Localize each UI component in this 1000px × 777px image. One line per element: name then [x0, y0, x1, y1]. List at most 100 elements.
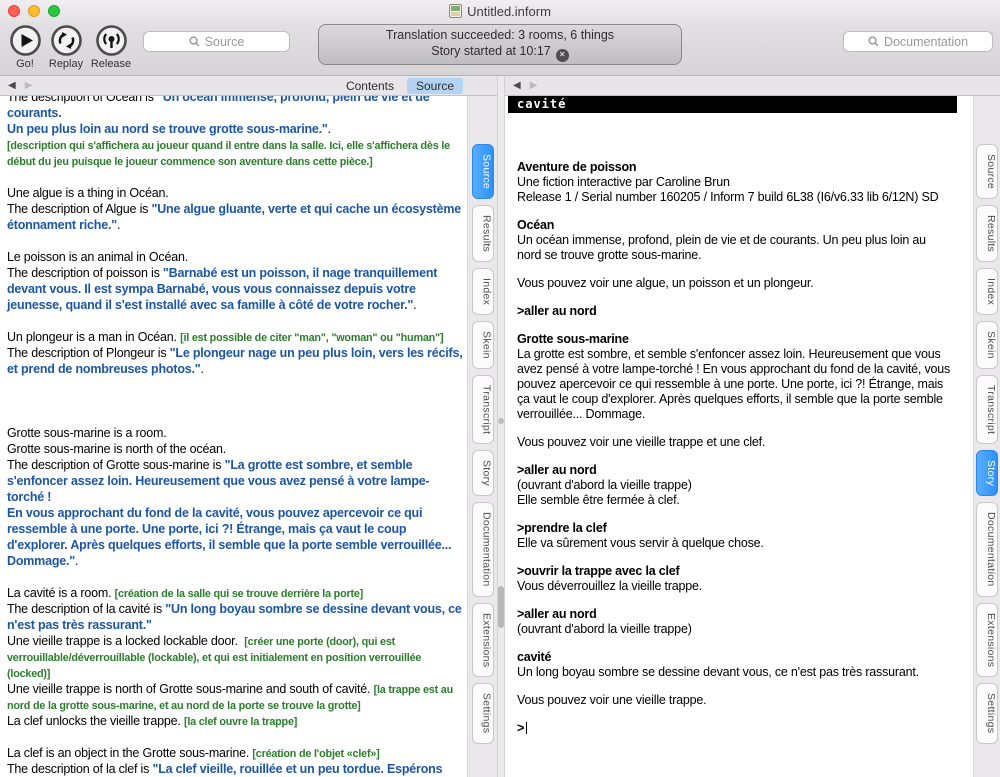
source-line: Un plongeur is a man in Océan. [il est p… — [7, 329, 463, 345]
pane-splitter[interactable] — [497, 76, 505, 777]
story-transcript: Aventure de poissonUne fiction interacti… — [505, 113, 973, 736]
document-icon — [449, 4, 462, 18]
release-icon — [88, 24, 134, 57]
back-icon[interactable]: ◀ — [8, 80, 16, 91]
transcript-text: Vous pouvez voir une vieille trappe et u… — [517, 435, 953, 450]
source-line — [7, 377, 463, 393]
source-search-input[interactable]: Source — [143, 31, 290, 52]
transcript-command: >ouvrir la trappe avec la clef — [517, 564, 953, 579]
replay-button[interactable]: Replay — [43, 24, 89, 70]
source-line: Grotte sous-marine is north of the océan… — [7, 441, 463, 457]
translation-status: Translation succeeded: 3 rooms, 6 things… — [318, 24, 682, 65]
status-line-2: Story started at 10:17✕ — [431, 43, 569, 62]
left-side-tab-skein[interactable]: Skein — [472, 321, 494, 369]
transcript-text: (ouvrant d'abord la vieille trappe) — [517, 622, 953, 637]
source-line — [7, 393, 463, 409]
transcript-heading: Océan — [517, 218, 953, 233]
right-side-tab-skein[interactable]: Skein — [976, 321, 998, 369]
forward-icon[interactable]: ▶ — [25, 80, 33, 91]
scrollbar-thumb[interactable] — [498, 586, 504, 628]
transcript-spacer — [517, 508, 953, 521]
right-side-tab-extensions[interactable]: Extensions — [976, 603, 998, 677]
source-line: Une vieille trappe is north of Grotte so… — [7, 681, 463, 713]
source-line: The description of Océan is "Un océan im… — [7, 96, 463, 137]
source-line: The description of poisson is "Barnabé e… — [7, 265, 463, 313]
toolbar: Go! Replay Release — [0, 22, 1000, 76]
transcript-spacer — [517, 708, 953, 721]
transcript-text: Un océan immense, profond, plein de vie … — [517, 233, 953, 263]
transcript-spacer — [517, 319, 953, 332]
transcript-text: Elle semble être fermée à clef. — [517, 493, 953, 508]
transcript-command: >prendre la clef — [517, 521, 953, 536]
source-line: The description of Algue is "Une algue g… — [7, 201, 463, 233]
replay-icon — [43, 24, 89, 57]
dismiss-status-icon[interactable]: ✕ — [556, 49, 569, 62]
source-line: The description of la clef is "La clef v… — [7, 761, 463, 777]
go-icon — [2, 24, 48, 57]
documentation-search-placeholder: Documentation — [884, 35, 968, 49]
text-cursor — [526, 722, 527, 734]
right-side-tab-results[interactable]: Results — [976, 205, 998, 262]
transcript-text: Une fiction interactive par Caroline Bru… — [517, 175, 953, 190]
source-line: Grotte sous-marine is a room. — [7, 425, 463, 441]
left-side-tab-results[interactable]: Results — [472, 205, 494, 262]
transcript-spacer — [517, 422, 953, 435]
left-side-tab-transcript[interactable]: Transcript — [472, 375, 494, 444]
transcript-spacer — [517, 637, 953, 650]
transcript-title: Aventure de poisson — [517, 160, 953, 175]
transcript-prompt[interactable]: > — [517, 721, 953, 736]
transcript-text: Un long boyau sombre se dessine devant v… — [517, 665, 953, 680]
transcript-text: Vous pouvez voir une vieille trappe. — [517, 693, 953, 708]
right-side-tab-documentation[interactable]: Documentation — [976, 502, 998, 597]
top-tab-source[interactable]: Source — [407, 78, 463, 94]
zoom-window-button[interactable] — [48, 5, 60, 17]
source-line — [7, 233, 463, 249]
transcript-command: >aller au nord — [517, 463, 953, 478]
close-window-button[interactable] — [8, 5, 20, 17]
source-line: La cavité is a room. [création de la sal… — [7, 585, 463, 601]
back-icon[interactable]: ◀ — [513, 80, 521, 91]
left-side-tab-extensions[interactable]: Extensions — [472, 603, 494, 677]
go-button[interactable]: Go! — [2, 24, 48, 70]
search-icon — [189, 36, 200, 47]
splitter-handle-icon[interactable] — [498, 418, 504, 424]
source-line — [7, 409, 463, 425]
right-side-tab-transcript[interactable]: Transcript — [976, 375, 998, 444]
source-line: The description of Plongeur is "Le plong… — [7, 345, 463, 377]
source-line: La clef is an object in the Grotte sous-… — [7, 745, 463, 761]
source-search-placeholder: Source — [205, 35, 245, 49]
right-side-tab-story[interactable]: Story — [976, 450, 998, 496]
source-line — [7, 569, 463, 585]
right-side-tab-index[interactable]: Index — [976, 268, 998, 315]
transcript-text: Vous déverrouillez la vieille trappe. — [517, 579, 953, 594]
transcript-text: (ouvrant d'abord la vieille trappe) — [517, 478, 953, 493]
left-side-tab-source[interactable]: Source — [472, 144, 494, 199]
search-icon — [868, 36, 879, 47]
right-side-tab-source[interactable]: Source — [976, 144, 998, 199]
transcript-spacer — [517, 594, 953, 607]
transcript-command: >aller au nord — [517, 304, 953, 319]
right-pane-header: ◀ ▶ — [505, 76, 1000, 96]
story-pane: ◀ ▶ cavité Aventure de poissonUne fictio… — [505, 76, 1000, 777]
source-line: Une vieille trappe is a locked lockable … — [7, 633, 463, 681]
documentation-search-input[interactable]: Documentation — [843, 31, 993, 52]
right-side-tab-settings[interactable]: Settings — [976, 683, 998, 743]
title-bar: Untitled.inform — [0, 0, 1000, 22]
forward-icon[interactable]: ▶ — [530, 80, 538, 91]
left-side-tab-settings[interactable]: Settings — [472, 683, 494, 743]
transcript-spacer — [517, 291, 953, 304]
transcript-text: Release 1 / Serial number 160205 / Infor… — [517, 190, 953, 205]
source-pane: ◀ ▶ ContentsSource The description of Oc… — [0, 76, 497, 777]
transcript-text: La grotte est sombre, et semble s'enfonc… — [517, 347, 953, 422]
source-line: The description of la cavité is "Un long… — [7, 601, 463, 633]
source-line: Le poisson is an animal in Océan. — [7, 249, 463, 265]
transcript-spacer — [517, 263, 953, 276]
left-pane-header: ◀ ▶ ContentsSource — [0, 76, 497, 96]
minimize-window-button[interactable] — [28, 5, 40, 17]
source-editor[interactable]: The description of Océan is "Un océan im… — [0, 96, 467, 777]
release-button[interactable]: Release — [88, 24, 134, 70]
left-side-tab-story[interactable]: Story — [472, 450, 494, 496]
left-side-tab-index[interactable]: Index — [472, 268, 494, 315]
top-tab-contents[interactable]: Contents — [337, 78, 403, 94]
left-side-tab-documentation[interactable]: Documentation — [472, 502, 494, 597]
